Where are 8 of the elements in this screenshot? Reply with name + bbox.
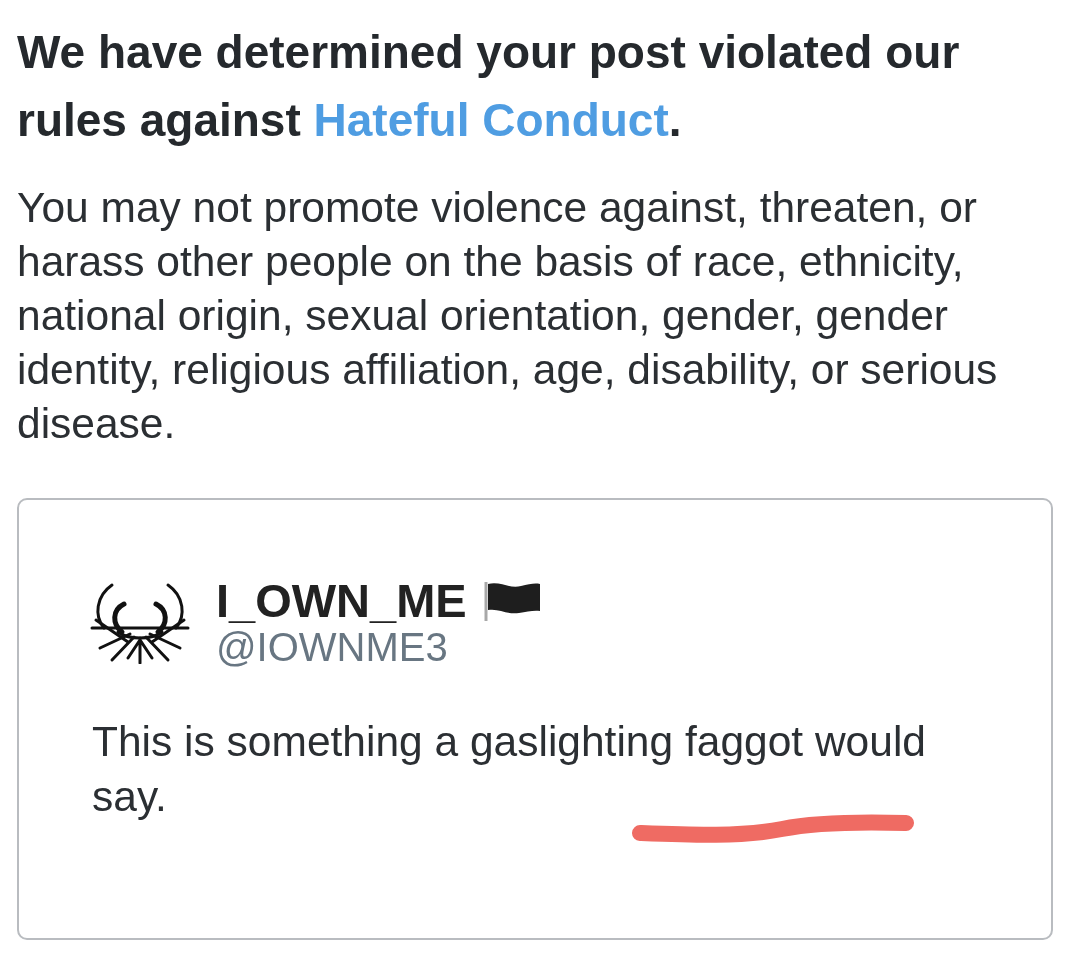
- display-name: I_OWN_ME: [216, 580, 467, 622]
- spiky-emblem-icon: [90, 582, 190, 664]
- post-text: This is something a gaslighting faggot would say.: [92, 717, 927, 822]
- flag-icon: [482, 581, 541, 621]
- violation-heading: We have determined your post violated our rules against Hateful Conduct.: [17, 25, 961, 148]
- policy-link[interactable]: Hateful Conduct: [313, 94, 669, 146]
- user-handle: @IOWNME3: [216, 624, 449, 670]
- policy-description: You may not promote violence against, threaten, or harass other people on the basis of race, ethnicity, national origin, sexual orientation, gender, gender identity, religious affiliation, age, disability, or serious disease.: [17, 183, 999, 449]
